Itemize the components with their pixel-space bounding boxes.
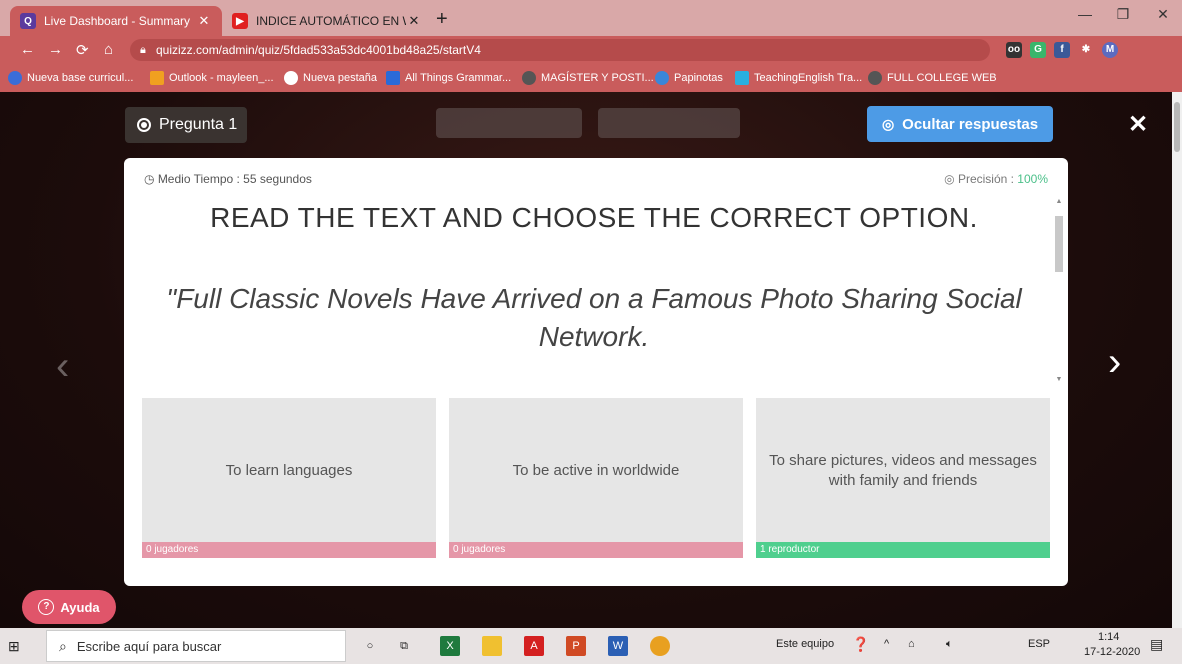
notifications-icon[interactable]: ▤ (1150, 636, 1163, 653)
target-icon: ◎ (944, 172, 958, 186)
quizizz-favicon-icon: Q (20, 13, 36, 29)
powerpoint-icon[interactable]: P (566, 636, 586, 656)
excel-icon[interactable]: X (440, 636, 460, 656)
help-button[interactable]: ? Ayuda (22, 590, 116, 624)
option-player-count: 0 jugadores (142, 542, 436, 558)
file-explorer-icon[interactable] (482, 636, 502, 656)
language-indicator[interactable]: ESP (1028, 638, 1050, 650)
cortana-icon[interactable]: ○ (360, 636, 380, 656)
next-arrow-icon[interactable]: › (1108, 340, 1121, 385)
task-view-icon[interactable]: ⧉ (394, 636, 414, 656)
help-tray-icon[interactable]: ❓ (852, 636, 869, 653)
youtube-favicon-icon: ▶ (232, 13, 248, 29)
scroll-down-icon[interactable]: ▼ (1054, 376, 1064, 383)
tab-live-dashboard[interactable]: Q Live Dashboard - Summary ✕ (10, 6, 222, 36)
accuracy: ◎ Precisión : 100% (944, 172, 1048, 186)
browser-tabstrip: Q Live Dashboard - Summary ✕ ▶ INDICE AU… (0, 0, 1182, 36)
tab-title: INDICE AUTOMÁTICO EN WORD (256, 14, 406, 28)
tab-title: Live Dashboard - Summary (44, 14, 191, 28)
lock-icon: 🔒︎ (140, 44, 146, 56)
bookmark-item[interactable]: FULL COLLEGE WEB (868, 71, 997, 85)
question-mark-icon: ? (38, 599, 55, 615)
reload-icon[interactable]: ⟳ (76, 41, 89, 59)
question-quote: "Full Classic Novels Have Arrived on a F… (166, 283, 1022, 352)
facebook-icon[interactable]: f (1054, 42, 1070, 58)
scrollbar-thumb[interactable] (1174, 102, 1180, 152)
blurred-button (436, 108, 582, 138)
option-text: To be active in worldwide (512, 462, 680, 479)
windows-taskbar: ⊞ ⌕ Escribe aquí para buscar ○ ⧉ X A P W… (0, 628, 1182, 664)
question-label: Pregunta 1 (159, 116, 238, 133)
search-placeholder: Escribe aquí para buscar (76, 638, 222, 654)
back-icon[interactable]: ← (20, 41, 35, 58)
scroll-up-icon[interactable]: ▲ (1054, 198, 1064, 205)
clock-time[interactable]: 1:14 (1098, 631, 1119, 643)
question-card: ◷ Medio Tiempo : 55 segundos ◎ Precisión… (124, 158, 1068, 586)
papinotas-icon (655, 71, 669, 85)
clock-date[interactable]: 17-12-2020 (1084, 646, 1140, 658)
option-text: To learn languages (225, 462, 353, 479)
option-player-count: 0 jugadores (449, 542, 743, 558)
question-heading: READ THE TEXT AND CHOOSE THE CORRECT OPT… (210, 202, 978, 233)
network-icon[interactable]: ⌂ (908, 638, 915, 650)
search-icon: ⌕ (59, 637, 67, 654)
chrome-icon[interactable] (650, 636, 670, 656)
extension-icon[interactable]: oo (1006, 42, 1022, 58)
url-text: quizizz.com/admin/quiz/5fdad533a53dc4001… (156, 43, 481, 57)
bookmark-g-icon (386, 71, 400, 85)
bookmark-item[interactable]: Nueva base curricul... (8, 71, 133, 85)
este-equipo-label[interactable]: Este equipo (776, 638, 834, 650)
hide-answers-label: Ocultar respuestas (902, 115, 1039, 133)
bookmark-icon (8, 71, 22, 85)
acrobat-icon[interactable]: A (524, 636, 544, 656)
close-icon[interactable]: ✕ (1128, 110, 1148, 139)
teachingenglish-icon (735, 71, 749, 85)
tab-indice-automatico[interactable]: ▶ INDICE AUTOMÁTICO EN WORD ✕ (222, 6, 432, 36)
globe-icon (522, 71, 536, 85)
bookmark-item[interactable]: Outlook - mayleen_... (150, 71, 274, 85)
eye-slash-icon: ◎ (881, 115, 895, 132)
bookmark-item[interactable]: Nueva pestaña (284, 71, 377, 85)
option-text: To share pictures, videos and messages w… (769, 452, 1037, 489)
forward-icon[interactable]: → (48, 41, 63, 58)
profile-avatar[interactable]: M (1102, 42, 1118, 58)
hide-answers-button[interactable]: ◎ Ocultar respuestas (867, 106, 1053, 142)
page-scrollbar[interactable] (1172, 92, 1182, 628)
answer-option-correct[interactable]: To share pictures, videos and messages w… (756, 398, 1050, 558)
browser-toolbar: ← → ⟳ ⌂ 🔒︎ quizizz.com/admin/quiz/5fdad5… (0, 36, 1182, 64)
bookmark-item[interactable]: All Things Grammar... (386, 71, 511, 85)
previous-arrow-icon[interactable]: ‹ (56, 344, 69, 389)
answer-option[interactable]: To learn languages 0 jugadores (142, 398, 436, 558)
bookmark-item[interactable]: Papinotas (655, 71, 723, 85)
home-icon[interactable]: ⌂ (104, 41, 113, 58)
bookmark-item[interactable]: MAGÍSTER Y POSTI... (522, 71, 654, 85)
close-tab-icon[interactable]: ✕ (406, 13, 422, 29)
word-icon[interactable]: W (608, 636, 628, 656)
extensions-puzzle-icon[interactable]: ✱ (1078, 42, 1094, 58)
close-window-icon[interactable]: ✕ (1140, 6, 1182, 23)
clock-icon: ◷ (144, 172, 158, 186)
bookmarks-bar: Nueva base curricul... Outlook - mayleen… (0, 64, 1182, 92)
chevron-up-icon[interactable]: ^ (884, 638, 889, 650)
bookmark-item[interactable]: TeachingEnglish Tra... (735, 71, 862, 85)
help-label: Ayuda (60, 599, 100, 615)
question-selector[interactable]: Pregunta 1 (125, 107, 247, 143)
taskbar-search[interactable]: ⌕ Escribe aquí para buscar (46, 630, 346, 662)
extension-green-icon[interactable]: G (1030, 42, 1046, 58)
question-scrollbar[interactable]: ▲ ▼ (1054, 198, 1064, 388)
average-time: ◷ Medio Tiempo : 55 segundos (144, 172, 312, 186)
google-icon (284, 71, 298, 85)
address-bar[interactable]: 🔒︎ quizizz.com/admin/quiz/5fdad533a53dc4… (130, 39, 990, 61)
scrollbar-thumb[interactable] (1055, 216, 1063, 272)
new-tab-button[interactable]: + (436, 8, 448, 31)
option-player-count: 1 reproductor (756, 542, 1050, 558)
volume-icon[interactable]: 🔈︎ (946, 638, 953, 651)
blurred-button (598, 108, 740, 138)
outlook-icon (150, 71, 164, 85)
radio-icon (137, 118, 151, 132)
windows-start-icon[interactable]: ⊞ (8, 638, 20, 655)
answer-option[interactable]: To be active in worldwide 0 jugadores (449, 398, 743, 558)
close-tab-icon[interactable]: ✕ (196, 13, 212, 29)
globe-icon (868, 71, 882, 85)
